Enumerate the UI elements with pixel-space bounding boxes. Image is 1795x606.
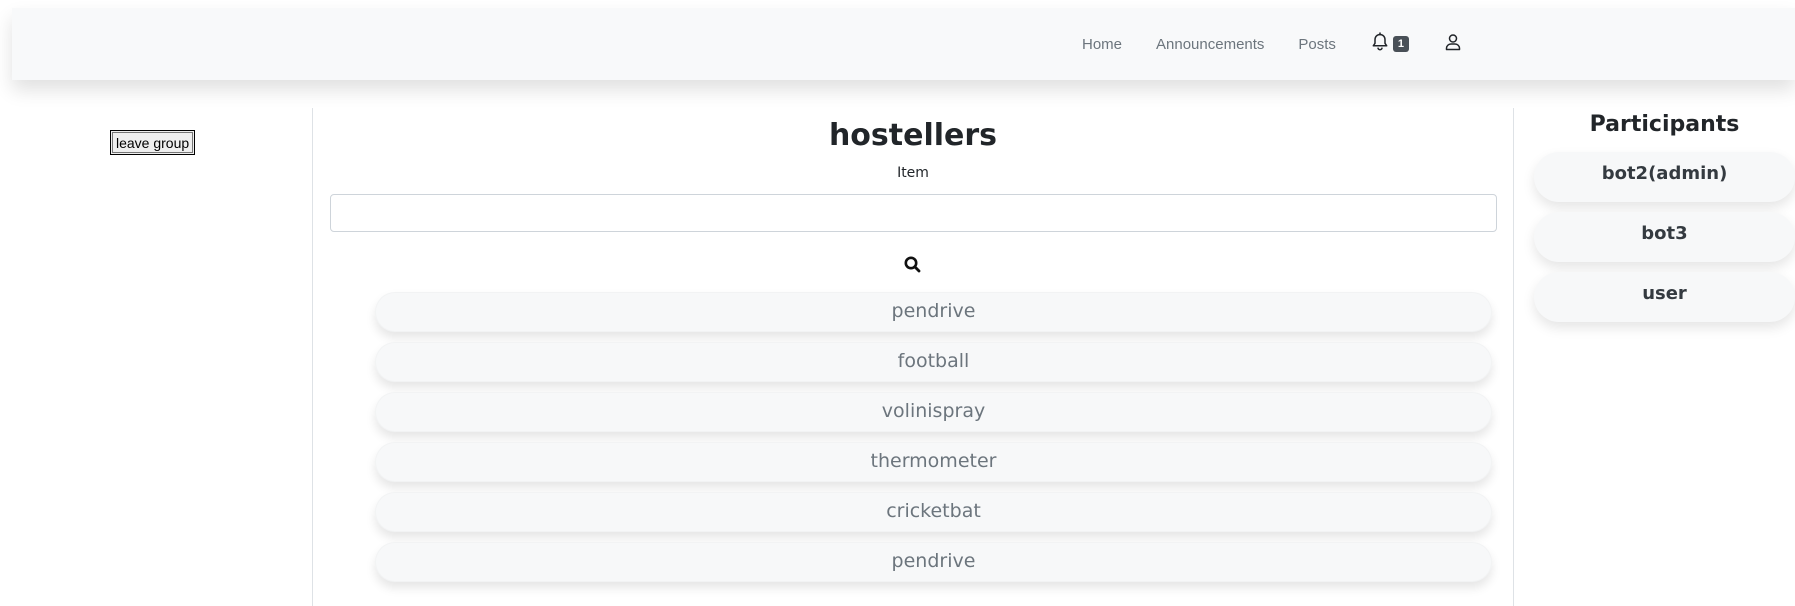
participant-item: bot2(admin) — [1534, 152, 1795, 202]
user-icon — [1443, 32, 1463, 56]
leave-group-button[interactable]: leave group — [110, 130, 196, 155]
notification-count-badge: 1 — [1392, 36, 1409, 52]
page-title: hostellers — [828, 118, 998, 153]
participants-title: Participants — [1589, 112, 1740, 137]
search-icon — [902, 256, 924, 280]
bell-icon — [1370, 32, 1390, 56]
list-item[interactable]: pendrive — [375, 542, 1492, 582]
item-search-input[interactable] — [330, 194, 1497, 232]
notifications-button[interactable]: 1 — [1370, 32, 1409, 56]
group-main-panel: hostellers Item pendrive football volini… — [313, 108, 1513, 582]
item-field-label: Item — [897, 165, 929, 181]
item-list: pendrive football volinispray thermomete… — [375, 292, 1492, 592]
right-column-divider — [1513, 108, 1514, 606]
participant-item: bot3 — [1534, 212, 1795, 262]
list-item[interactable]: volinispray — [375, 392, 1492, 432]
nav-posts-link[interactable]: Posts — [1298, 36, 1336, 53]
participant-item: user — [1534, 272, 1795, 322]
list-item[interactable]: thermometer — [375, 442, 1492, 482]
list-item[interactable]: football — [375, 342, 1492, 382]
nav-links: Home Announcements Posts 1 — [1082, 8, 1463, 80]
nav-announcements-link[interactable]: Announcements — [1156, 36, 1264, 53]
list-item[interactable]: cricketbat — [375, 492, 1492, 532]
participants-panel: Participants bot2(admin) bot3 user — [1534, 108, 1795, 322]
nav-home-link[interactable]: Home — [1082, 36, 1122, 53]
list-item[interactable]: pendrive — [375, 292, 1492, 332]
top-navbar: Home Announcements Posts 1 — [12, 8, 1795, 80]
search-button[interactable] — [902, 254, 924, 276]
profile-button[interactable] — [1443, 32, 1463, 56]
